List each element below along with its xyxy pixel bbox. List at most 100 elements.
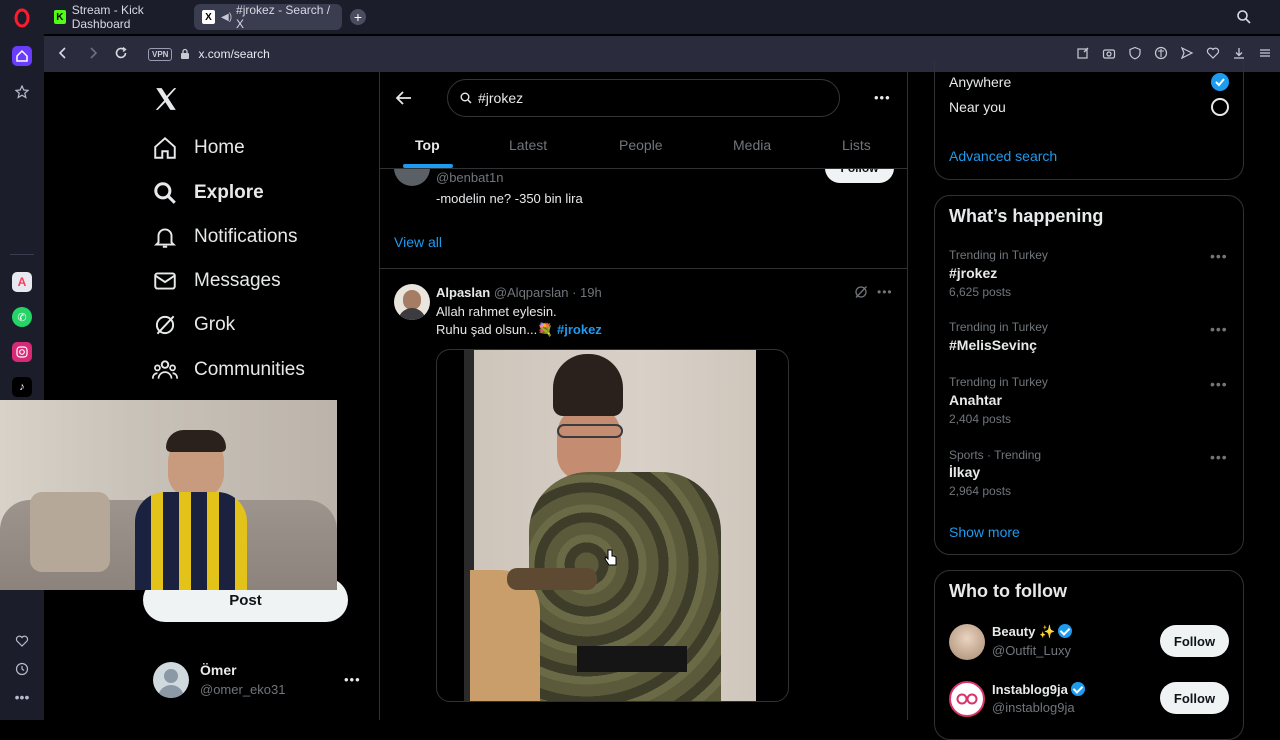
follow-avatar[interactable]: [949, 624, 985, 660]
trend-name[interactable]: İlkay: [949, 464, 980, 480]
tiktok-icon[interactable]: ♪: [12, 377, 32, 397]
tweet-author-handle[interactable]: @Alqparslan: [494, 285, 569, 300]
nav-communities[interactable]: Communities: [152, 352, 305, 388]
follow-button[interactable]: Follow: [1160, 625, 1229, 657]
nav-notifications[interactable]: Notifications: [152, 219, 298, 255]
heart-icon[interactable]: [1206, 46, 1220, 60]
media-glasses: [557, 424, 623, 438]
aria-ai-icon[interactable]: A: [12, 272, 32, 292]
envelope-icon: [152, 268, 178, 294]
forward-arrow-icon[interactable]: [86, 46, 100, 60]
follow-name[interactable]: Instablog9ja: [992, 682, 1085, 697]
tab-title: #jrokez - Search / X: [236, 3, 331, 31]
trend-more-icon[interactable]: •••: [1210, 449, 1228, 465]
search-more-icon[interactable]: •••: [874, 90, 891, 105]
tab-lists[interactable]: Lists: [842, 137, 871, 153]
tweet-author-avatar[interactable]: [394, 284, 430, 320]
tab-kick-dashboard[interactable]: K Stream - Kick Dashboard: [46, 3, 192, 31]
opera-logo-icon[interactable]: [12, 8, 32, 28]
trend-count: 6,625 posts: [949, 285, 1012, 299]
more-options-icon[interactable]: •••: [12, 687, 32, 707]
trend-more-icon[interactable]: •••: [1210, 248, 1228, 264]
snapshot-edit-icon[interactable]: [1076, 46, 1090, 60]
x-logo-icon[interactable]: [153, 86, 179, 112]
follow-avatar[interactable]: [949, 681, 985, 717]
download-icon[interactable]: [1232, 46, 1246, 60]
webcam-jersey: [135, 492, 247, 590]
flow-send-icon[interactable]: [1180, 46, 1194, 60]
home-speed-dial-icon[interactable]: [12, 46, 32, 66]
search-input[interactable]: #jrokez: [447, 79, 840, 117]
trend-more-icon[interactable]: •••: [1210, 321, 1228, 337]
tab-people[interactable]: People: [619, 137, 663, 153]
instagram-icon[interactable]: [12, 342, 32, 362]
whatsapp-icon[interactable]: ✆: [12, 307, 32, 327]
follow-name[interactable]: Beauty ✨: [992, 624, 1073, 640]
follow-handle: @Outfit_Luxy: [992, 643, 1071, 658]
history-clock-icon[interactable]: [12, 659, 32, 679]
show-more-link[interactable]: Show more: [949, 524, 1020, 540]
back-arrow-icon[interactable]: [56, 46, 70, 60]
tweet-hashtag-link[interactable]: #jrokez: [557, 322, 602, 337]
translate-icon[interactable]: [1154, 46, 1168, 60]
trend-more-icon[interactable]: •••: [1210, 376, 1228, 392]
media-face: [557, 405, 621, 481]
shield-icon[interactable]: [1128, 46, 1142, 60]
favorites-heart-icon[interactable]: [12, 631, 32, 651]
trend-context: Trending in Turkey: [949, 320, 1048, 334]
who-to-follow-title: Who to follow: [949, 581, 1067, 601]
bookmarks-star-icon[interactable]: [12, 82, 32, 102]
nav-grok[interactable]: Grok: [152, 307, 235, 343]
account-menu-icon[interactable]: •••: [344, 672, 361, 687]
section-divider: [380, 268, 907, 269]
tab-latest[interactable]: Latest: [509, 137, 547, 153]
home-icon: [152, 135, 178, 161]
nav-explore[interactable]: Explore: [152, 175, 264, 211]
bell-icon: [152, 224, 178, 250]
people-follow-button[interactable]: Follow: [825, 169, 894, 183]
search-tabs-icon[interactable]: [1236, 9, 1252, 25]
webcam-overlay: [0, 400, 337, 590]
tweet-media[interactable]: [436, 349, 789, 702]
near-you-radio[interactable]: [1211, 98, 1229, 116]
tab-x-search[interactable]: X ◀) #jrokez - Search / X: [194, 3, 342, 31]
nav-messages[interactable]: Messages: [152, 263, 281, 299]
view-all-link[interactable]: View all: [394, 234, 442, 250]
tweet-author-name[interactable]: Alpaslan: [436, 285, 490, 300]
back-arrow-icon[interactable]: [395, 89, 413, 107]
browser-tab-bar: K Stream - Kick Dashboard X ◀) #jrokez -…: [0, 0, 1280, 34]
account-avatar[interactable]: [153, 662, 189, 698]
search-icon: [460, 92, 472, 104]
vpn-badge[interactable]: VPN: [148, 47, 173, 61]
grok-explain-icon[interactable]: [854, 285, 868, 299]
tweet-more-icon[interactable]: •••: [877, 285, 893, 299]
grok-icon: [152, 312, 178, 338]
nav-label: Grok: [194, 314, 236, 335]
account-name: Ömer: [200, 662, 237, 678]
follow-handle: @instablog9ja: [992, 700, 1075, 715]
people-avatar[interactable]: [394, 169, 430, 186]
communities-icon: [152, 357, 178, 383]
nav-home[interactable]: Home: [152, 130, 245, 166]
reload-icon[interactable]: [114, 46, 128, 60]
trend-name[interactable]: #jrokez: [949, 265, 997, 281]
nav-label: Communities: [194, 359, 305, 380]
tab-media[interactable]: Media: [733, 137, 771, 153]
tab-top[interactable]: Top: [415, 137, 440, 153]
anywhere-radio-checked[interactable]: [1211, 73, 1229, 91]
advanced-search-link[interactable]: Advanced search: [949, 148, 1057, 164]
browser-sidebar: A ✆ ♪ •••: [0, 34, 44, 720]
easy-setup-icon[interactable]: [1258, 46, 1272, 60]
trend-name[interactable]: #MelisSevinç: [949, 337, 1037, 353]
nav-label: Home: [194, 137, 245, 158]
lock-icon[interactable]: [180, 48, 190, 60]
search-query: #jrokez: [478, 90, 524, 106]
new-tab-button[interactable]: +: [350, 9, 366, 25]
follow-button[interactable]: Follow: [1160, 682, 1229, 714]
trend-name[interactable]: Anahtar: [949, 392, 1002, 408]
nav-label: Notifications: [194, 226, 298, 247]
camera-icon[interactable]: [1102, 46, 1116, 60]
tweet-time[interactable]: 19h: [580, 285, 602, 300]
nav-label: Explore: [194, 182, 264, 203]
url-field[interactable]: VPN x.com/search: [148, 42, 1068, 66]
